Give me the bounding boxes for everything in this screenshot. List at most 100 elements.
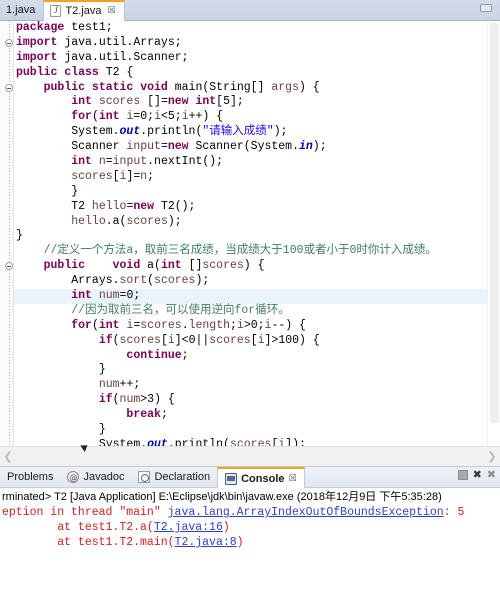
- tab-problems[interactable]: Problems: [0, 466, 60, 487]
- gutter-row[interactable]: [0, 334, 13, 349]
- code-line[interactable]: public class T2 {: [14, 66, 500, 81]
- scrollbar-thumb[interactable]: [490, 23, 499, 423]
- code-line[interactable]: import java.util.Scanner;: [14, 51, 500, 66]
- code-text-area[interactable]: package test1; import java.util.Arrays; im…: [14, 21, 500, 446]
- gutter-row[interactable]: [0, 95, 13, 110]
- gutter-row[interactable]: [0, 155, 13, 170]
- code-line[interactable]: import java.util.Arrays;: [14, 36, 500, 51]
- fold-collapse-icon[interactable]: [5, 83, 13, 92]
- gutter-row[interactable]: [0, 408, 13, 423]
- code-line[interactable]: if(scores[i]<0||scores[i]>100) {: [14, 334, 500, 349]
- gutter-row[interactable]: [0, 304, 13, 319]
- close-icon[interactable]: ☒: [289, 474, 297, 484]
- code-line[interactable]: if(num>3) {: [14, 393, 500, 408]
- code-line[interactable]: //因为取前三名，可以使用逆向for循环。: [14, 304, 500, 319]
- gutter-row[interactable]: [0, 170, 13, 185]
- code-line[interactable]: public void a(int []scores) {: [14, 259, 500, 274]
- code-line[interactable]: }: [14, 185, 500, 200]
- gutter-row[interactable]: [0, 21, 13, 36]
- gutter-row[interactable]: [0, 81, 13, 96]
- code-token: in: [298, 140, 313, 154]
- gutter-row[interactable]: [0, 319, 13, 334]
- close-icon[interactable]: ☒: [107, 6, 115, 16]
- editor-tab-t2java[interactable]: T2.java ☒: [43, 0, 125, 21]
- gutter-row[interactable]: [0, 349, 13, 364]
- gutter-row[interactable]: [0, 438, 13, 446]
- code-line[interactable]: scores[i]=n;: [14, 170, 500, 185]
- tab-declaration[interactable]: Declaration: [131, 466, 217, 487]
- editor-minimize-button[interactable]: [480, 4, 494, 14]
- remove-launch-button[interactable]: ✖: [473, 469, 482, 480]
- tab-javadoc[interactable]: Javadoc: [60, 466, 131, 487]
- editor-horizontal-scrollbar[interactable]: ❮ ❯: [0, 446, 500, 466]
- fold-collapse-icon[interactable]: [5, 38, 13, 47]
- console-text: ): [222, 521, 230, 534]
- code-token: scores: [126, 214, 168, 228]
- gutter-row[interactable]: [0, 363, 13, 378]
- code-token: }: [16, 184, 79, 198]
- code-line[interactable]: continue;: [14, 349, 500, 364]
- code-line[interactable]: Scanner input=new Scanner(System.in);: [14, 140, 500, 155]
- gutter-row[interactable]: [0, 66, 13, 81]
- gutter-row[interactable]: [0, 289, 13, 304]
- code-token: (: [91, 110, 99, 124]
- scroll-right-icon[interactable]: ❯: [484, 450, 500, 463]
- terminate-button[interactable]: [457, 470, 468, 480]
- code-line[interactable]: }: [14, 423, 500, 438]
- gutter-row[interactable]: [0, 110, 13, 125]
- code-line[interactable]: hello.a(scores);: [14, 215, 500, 230]
- view-tab-label: Console: [241, 472, 285, 485]
- console-stacktrace-link[interactable]: T2.java:16: [154, 521, 223, 534]
- gutter-row[interactable]: [0, 51, 13, 66]
- eclipse-ide-window: 1.java T2.java ☒ package test1;import ja…: [0, 0, 500, 603]
- code-editor[interactable]: package test1; import java.util.Arrays; im…: [0, 21, 500, 446]
- code-token: Scanner(System.: [195, 140, 299, 154]
- code-line[interactable]: package test1;: [14, 21, 500, 36]
- remove-all-terminated-button[interactable]: ✖: [487, 469, 496, 480]
- code-token: [: [112, 169, 120, 183]
- gutter-row[interactable]: [0, 274, 13, 289]
- editor-gutter[interactable]: [0, 21, 14, 446]
- fold-collapse-icon[interactable]: [5, 262, 13, 271]
- code-line[interactable]: for(int i=scores.length;i>0;i--) {: [14, 319, 500, 334]
- code-line[interactable]: int scores []=new int[5];: [14, 95, 500, 110]
- code-line[interactable]: System.out.println("请输入成绩");: [14, 125, 500, 140]
- code-line[interactable]: int n=input.nextInt();: [14, 155, 500, 170]
- gutter-row[interactable]: [0, 393, 13, 408]
- code-line[interactable]: num++;: [14, 378, 500, 393]
- code-line[interactable]: break;: [14, 408, 500, 423]
- code-token: package: [16, 21, 72, 34]
- gutter-row[interactable]: [0, 215, 13, 230]
- code-line[interactable]: T2 hello=new T2();: [14, 200, 500, 215]
- code-line[interactable]: }: [14, 363, 500, 378]
- editor-tab-1java[interactable]: 1.java: [0, 0, 43, 20]
- gutter-row[interactable]: [0, 423, 13, 438]
- code-token: >0;: [243, 318, 265, 332]
- console-stacktrace-link[interactable]: T2.java:8: [175, 536, 237, 549]
- tab-console[interactable]: Console ☒: [217, 467, 305, 488]
- code-token: hello: [71, 214, 106, 228]
- code-line[interactable]: public static void main(String[] args) {: [14, 81, 500, 96]
- code-line[interactable]: int num=0;: [14, 289, 500, 304]
- gutter-row[interactable]: [0, 259, 13, 274]
- gutter-row[interactable]: [0, 378, 13, 393]
- code-line[interactable]: Arrays.sort(scores);: [14, 274, 500, 289]
- gutter-row[interactable]: [0, 200, 13, 215]
- code-line[interactable]: for(int i=0;i<5;i++) {: [14, 110, 500, 125]
- gutter-row[interactable]: [0, 140, 13, 155]
- gutter-row[interactable]: [0, 244, 13, 259]
- console-stacktrace-link[interactable]: java.lang.ArrayIndexOutOfBoundsException: [168, 506, 444, 519]
- scroll-left-icon[interactable]: ❮: [0, 450, 16, 463]
- code-line[interactable]: }: [14, 229, 500, 244]
- gutter-row[interactable]: [0, 185, 13, 200]
- gutter-row[interactable]: [0, 125, 13, 140]
- console-output[interactable]: rminated> T2 [Java Application] E:\Eclip…: [0, 488, 500, 603]
- gutter-row[interactable]: [0, 229, 13, 244]
- gutter-row[interactable]: [0, 36, 13, 51]
- editor-vertical-scrollbar[interactable]: [487, 21, 500, 446]
- code-line[interactable]: //定义一个方法a，取前三名成绩，当成绩大于100或者小于0时你计入成绩。: [14, 244, 500, 259]
